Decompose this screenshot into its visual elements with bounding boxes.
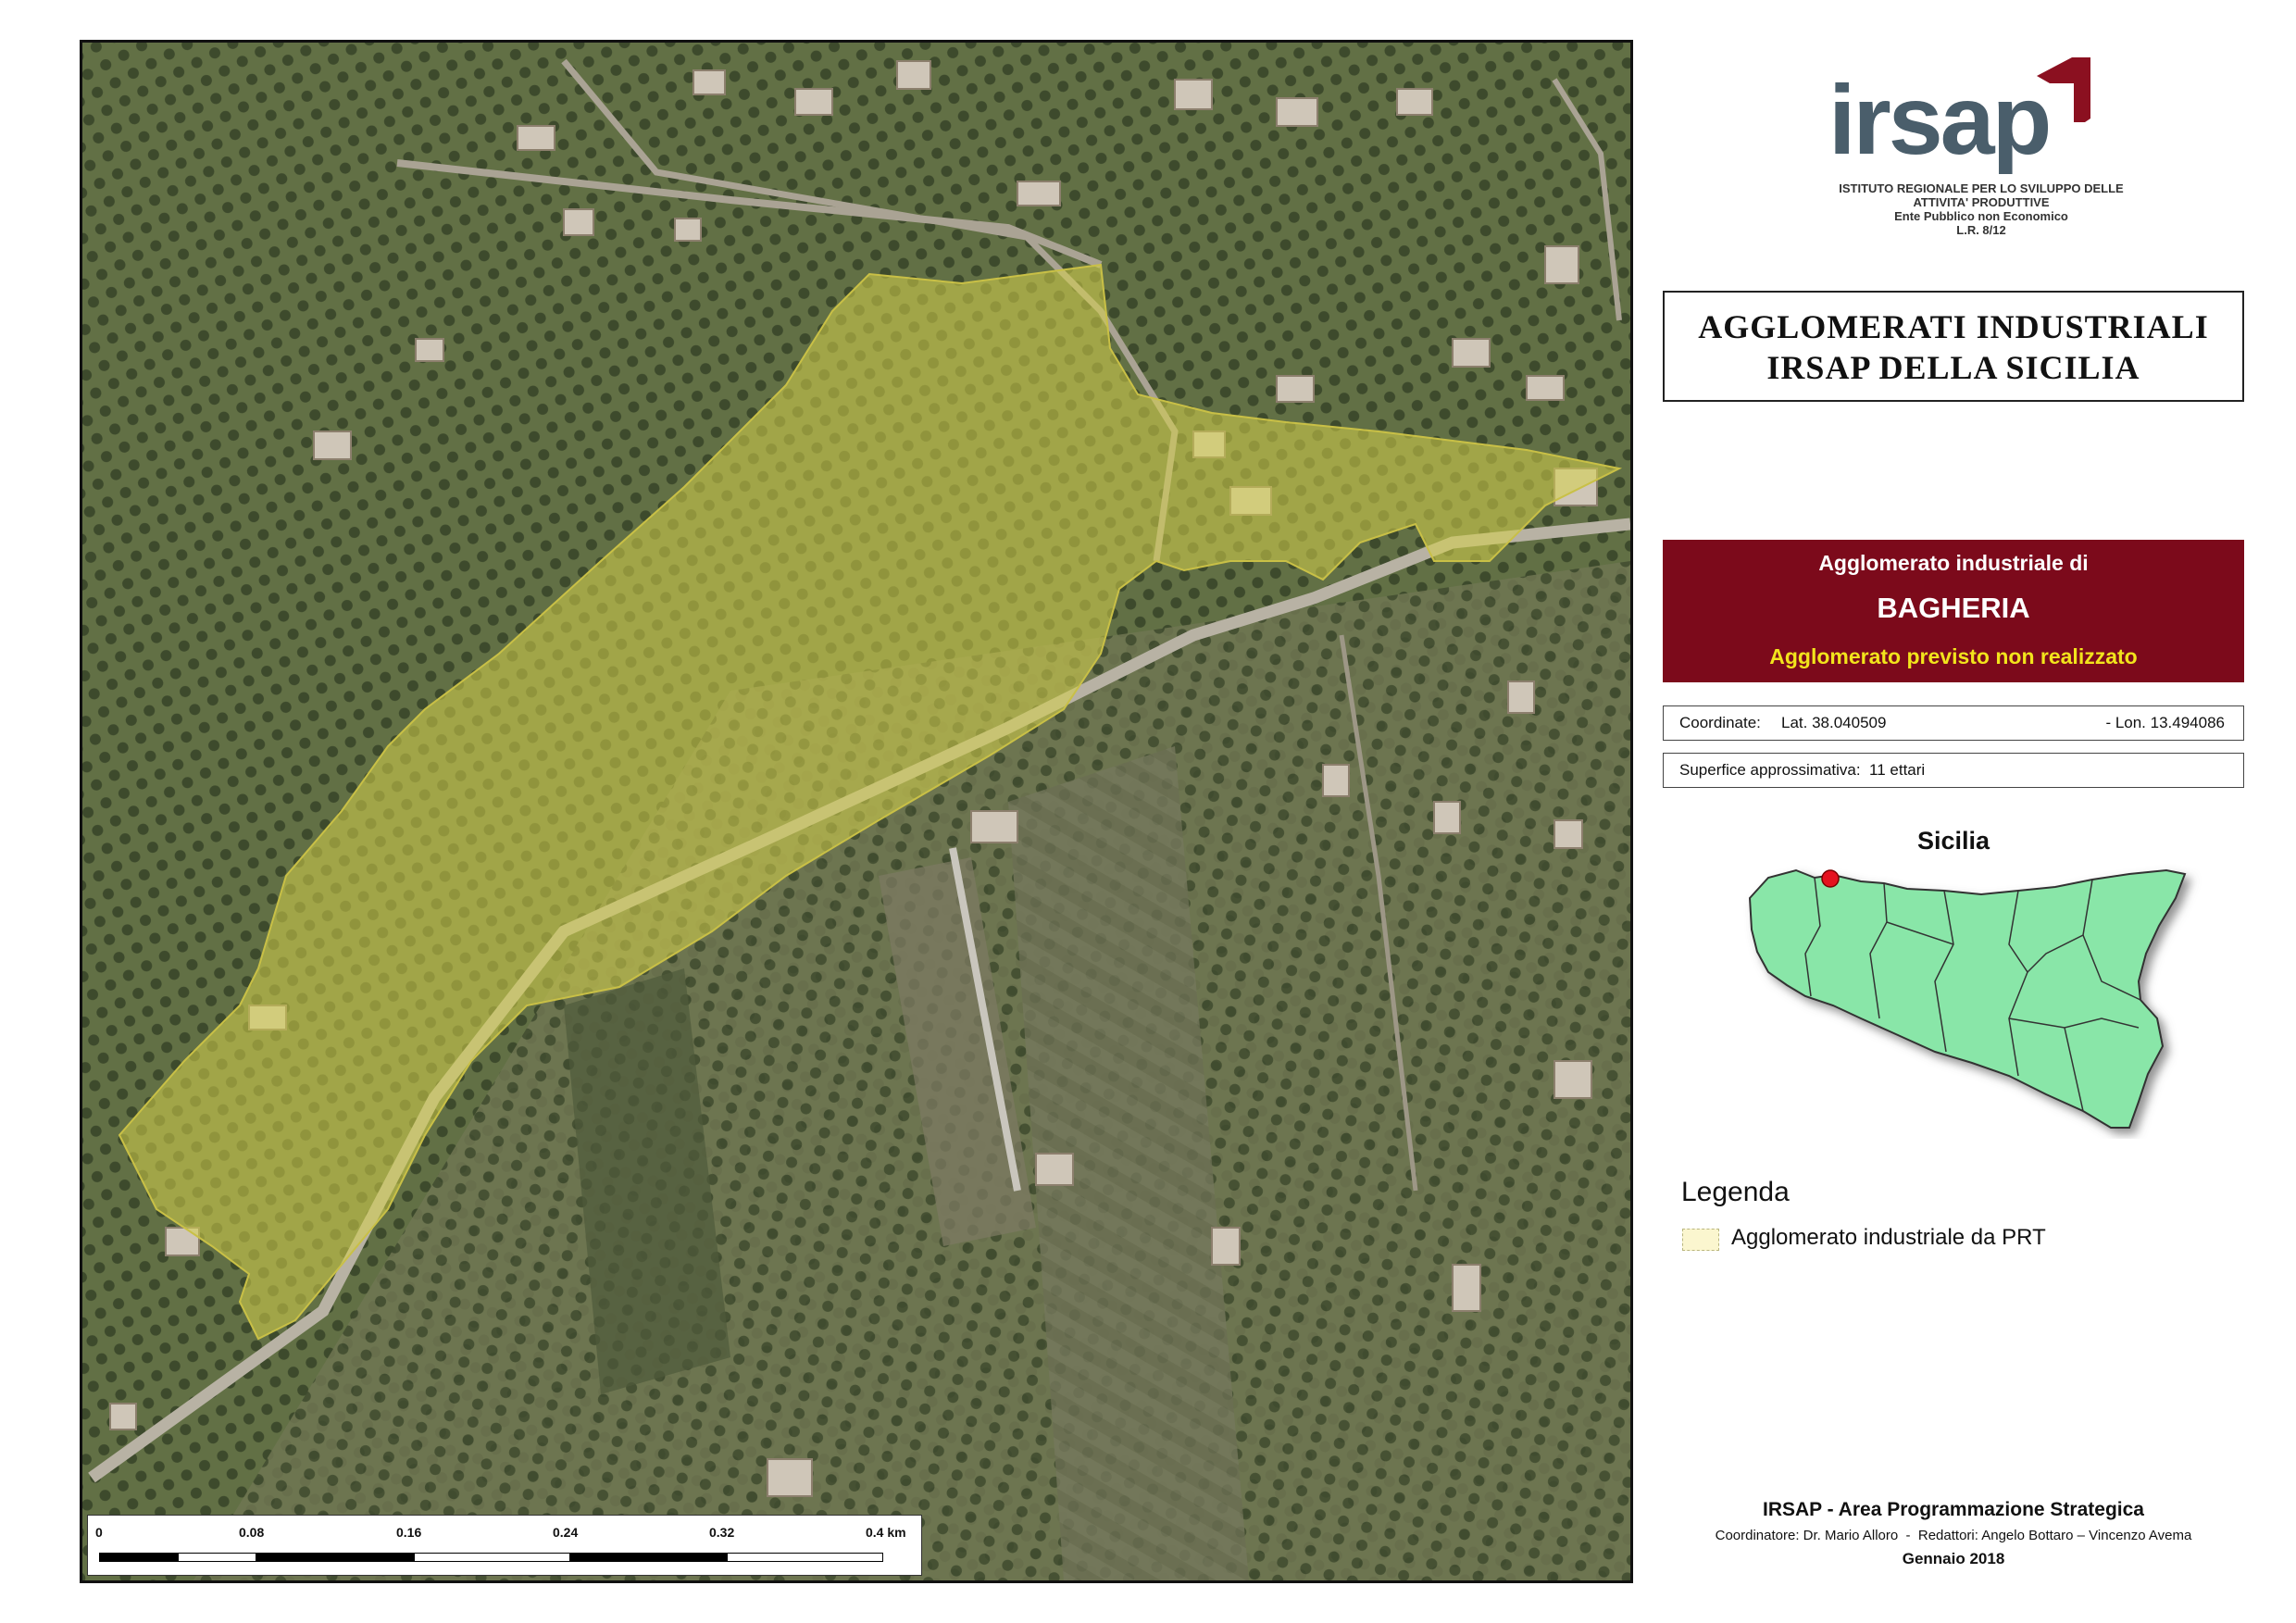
aerial-image <box>82 43 1630 1580</box>
title-line: IRSAP DELLA SICILIA <box>1766 349 2140 386</box>
org-type-line: Ente Pubblico non Economico <box>1894 209 2068 223</box>
scale-segment <box>570 1553 727 1562</box>
location-marker <box>1821 869 1840 888</box>
scale-tick-label: 0 <box>95 1525 103 1540</box>
scale-segment <box>727 1553 883 1562</box>
legend-title: Legenda <box>1681 1177 1790 1207</box>
scale-bar: 0 0.08 0.16 0.24 0.32 0.4 km <box>87 1515 922 1576</box>
map-title: AGGLOMERATI INDUSTRIALI IRSAP DELLA SICI… <box>1663 291 2244 402</box>
agglomerate-name: BAGHERIA <box>1877 592 2030 624</box>
scale-tick-label: 0.24 <box>553 1525 579 1540</box>
coordinates-box: Coordinate: Lat. 38.040509 - Lon. 13.494… <box>1663 705 2244 741</box>
scale-segment <box>256 1553 414 1562</box>
latitude-value: Lat. 38.040509 <box>1781 714 1887 731</box>
legend-swatch <box>1682 1229 1719 1251</box>
sicily-outline <box>1748 868 2187 1129</box>
legend-item-label: Agglomerato industriale da PRT <box>1731 1225 2046 1250</box>
org-name-line: ISTITUTO REGIONALE PER LO SVILUPPO DELLE <box>1839 181 2124 195</box>
org-law-line: L.R. 8/12 <box>1956 223 2006 237</box>
scale-segment <box>178 1553 256 1562</box>
scale-tick-label: 0.32 <box>709 1525 735 1540</box>
org-name-line: ATTIVITA' PRODUTTIVE <box>1913 195 2050 209</box>
coordinates-label: Coordinate: <box>1679 714 1761 731</box>
scale-segment <box>99 1553 178 1562</box>
irsap-logo: irsap <box>1828 66 2052 175</box>
longitude-value: - Lon. 13.494086 <box>2105 714 2225 731</box>
aerial-map[interactable] <box>80 40 1633 1583</box>
agglomerate-panel: Agglomerato industriale di BAGHERIA Aggl… <box>1663 540 2244 682</box>
area-box: Superfice approssimativa: 11 ettari <box>1663 753 2244 788</box>
scale-tick-label: 0.16 <box>396 1525 422 1540</box>
title-line: AGGLOMERATI INDUSTRIALI <box>1698 308 2209 345</box>
agglomerate-status: Agglomerato previsto non realizzato <box>1769 644 2138 668</box>
footer-title: IRSAP - Area Programmazione Strategica <box>1763 1499 2144 1520</box>
footer-date: Gennaio 2018 <box>1902 1550 2005 1567</box>
scale-segment <box>414 1553 570 1562</box>
footer-credits: Coordinatore: Dr. Mario Alloro - Redatto… <box>1715 1528 2192 1543</box>
area-text: Superfice approssimativa: 11 ettari <box>1679 761 1926 779</box>
logo-arrow-icon <box>2037 57 2090 122</box>
sicily-inset-map <box>1748 868 2187 1129</box>
scale-tick-label: 0.08 <box>239 1525 265 1540</box>
scale-tick-label: 0.4 km <box>866 1525 906 1540</box>
agglomerate-label: Agglomerato industriale di <box>1818 551 2089 575</box>
